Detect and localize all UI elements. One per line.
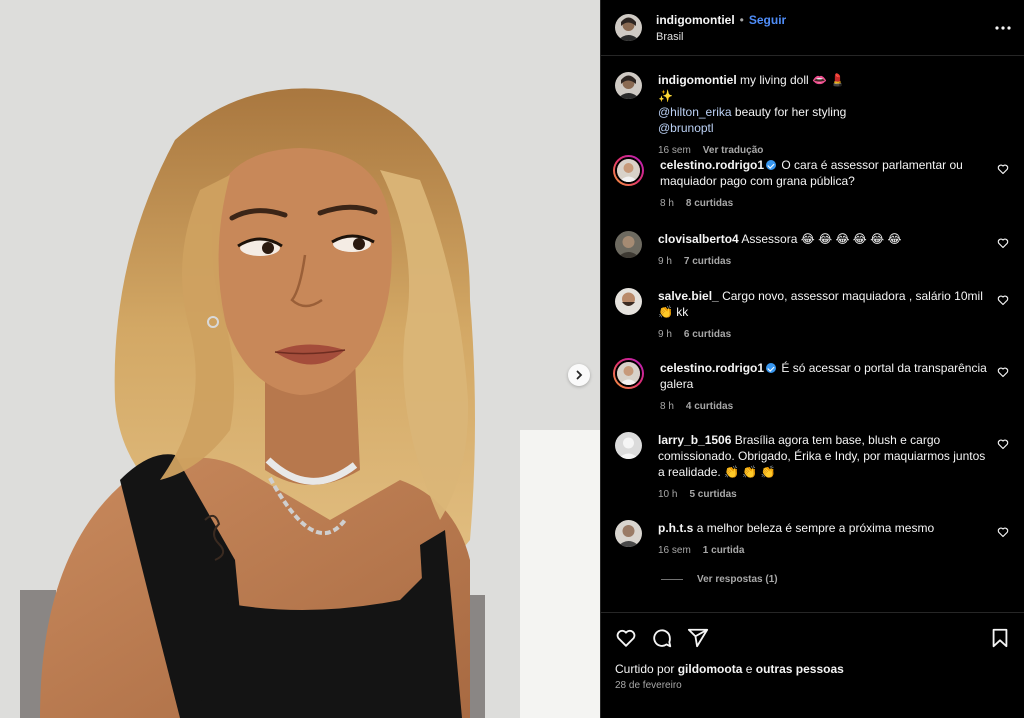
post-side-panel: indigomontiel • Seguir Brasil indigomont…: [600, 0, 1024, 718]
verified-badge-icon: [766, 160, 777, 170]
replies-divider: [661, 579, 683, 580]
post-header: indigomontiel • Seguir Brasil: [601, 0, 1024, 56]
comment-time[interactable]: 9 h: [658, 256, 672, 267]
comment-likes[interactable]: 5 curtidas: [689, 489, 736, 500]
verified-badge-icon: [766, 363, 777, 373]
next-photo-button[interactable]: [568, 364, 590, 386]
view-replies-label: Ver respostas (1): [697, 574, 778, 585]
comment-likes[interactable]: 8 curtidas: [686, 198, 733, 209]
comment-username[interactable]: celestino.rodrigo1: [660, 361, 764, 375]
comment-time[interactable]: 8 h: [660, 198, 674, 209]
comment-time[interactable]: 8 h: [660, 401, 674, 412]
post-caption: indigomontiel my living doll 👄 💄 ✨ @hilt…: [615, 72, 1011, 156]
post-actions: Curtido por gildomoota e outras pessoas …: [601, 612, 1024, 718]
caption-text: beauty for her styling: [734, 105, 847, 119]
comment-text: Assessora 😂 😂 😂 😂 😂 😂: [741, 232, 902, 246]
comment-username[interactable]: celestino.rodrigo1: [660, 158, 764, 172]
comment-likes[interactable]: 1 curtida: [703, 545, 745, 556]
heart-icon[interactable]: [997, 163, 1009, 175]
caption-username[interactable]: indigomontiel: [658, 73, 737, 87]
comment-time[interactable]: 9 h: [658, 329, 672, 340]
post-date[interactable]: 28 de fevereiro: [615, 680, 682, 691]
instagram-post-modal: indigomontiel • Seguir Brasil indigomont…: [0, 0, 1024, 718]
post-photo[interactable]: [0, 0, 600, 718]
avatar[interactable]: [613, 358, 644, 389]
portrait-image: [0, 0, 600, 718]
share-icon[interactable]: [687, 627, 709, 649]
comment-likes[interactable]: 6 curtidas: [684, 329, 731, 340]
avatar[interactable]: [615, 432, 642, 459]
caption-time[interactable]: 16 sem: [658, 145, 691, 156]
comment-username[interactable]: p.h.t.s: [658, 521, 693, 535]
comment-likes[interactable]: 4 curtidas: [686, 401, 733, 412]
heart-icon[interactable]: [997, 237, 1009, 249]
comment-item: clovisalberto4 Assessora 😂 😂 😂 😂 😂 😂 9 h…: [615, 231, 1011, 267]
comment-username[interactable]: clovisalberto4: [658, 232, 739, 246]
bookmark-icon[interactable]: [989, 627, 1011, 649]
heart-icon[interactable]: [997, 526, 1009, 538]
liked-by-text: Curtido por gildomoota e outras pessoas: [615, 662, 844, 676]
liked-by-prefix: Curtido por: [615, 662, 675, 676]
avatar[interactable]: [615, 231, 642, 258]
liked-by-others[interactable]: outras pessoas: [756, 662, 844, 676]
comment-likes[interactable]: 7 curtidas: [684, 256, 731, 267]
post-author-username[interactable]: indigomontiel: [656, 13, 735, 27]
avatar[interactable]: [615, 14, 642, 41]
liked-by-user[interactable]: gildomoota: [678, 662, 743, 676]
post-location[interactable]: Brasil: [656, 31, 786, 43]
caption-mention[interactable]: @hilton_erika: [658, 105, 732, 119]
avatar[interactable]: [615, 72, 642, 99]
heart-icon[interactable]: [997, 438, 1009, 450]
caption-mention[interactable]: @brunoptl: [658, 121, 714, 135]
chevron-right-icon: [576, 370, 583, 380]
avatar[interactable]: [613, 155, 644, 186]
avatar[interactable]: [615, 520, 642, 547]
comment-text: a melhor beleza é sempre a próxima mesmo: [696, 521, 935, 535]
view-replies-button[interactable]: Ver respostas (1): [661, 574, 778, 585]
comment-item: p.h.t.s a melhor beleza é sempre a próxi…: [615, 520, 1011, 556]
liked-by-middle: e: [745, 662, 753, 676]
comment-username[interactable]: salve.biel_: [658, 289, 719, 303]
heart-icon[interactable]: [997, 366, 1009, 378]
comment-icon[interactable]: [651, 627, 673, 649]
separator-dot: •: [739, 12, 744, 27]
comment-username[interactable]: larry_b_1506: [658, 433, 731, 447]
comment-item: salve.biel_ Cargo novo, assessor maquiad…: [615, 288, 1011, 340]
comment-item: larry_b_1506 Brasília agora tem base, bl…: [615, 432, 1011, 500]
heart-icon[interactable]: [615, 627, 637, 649]
heart-icon[interactable]: [997, 294, 1009, 306]
comment-item: celestino.rodrigo1 O cara é assessor par…: [613, 155, 1011, 209]
avatar[interactable]: [615, 288, 642, 315]
comments-list[interactable]: indigomontiel my living doll 👄 💄 ✨ @hilt…: [601, 56, 1024, 612]
follow-button[interactable]: Seguir: [749, 13, 786, 27]
comment-time[interactable]: 10 h: [658, 489, 677, 500]
comment-time[interactable]: 16 sem: [658, 545, 691, 556]
more-options-icon[interactable]: [993, 18, 1013, 38]
comment-item: celestino.rodrigo1 É só acessar o portal…: [613, 358, 1011, 412]
translate-link[interactable]: Ver tradução: [703, 145, 764, 156]
